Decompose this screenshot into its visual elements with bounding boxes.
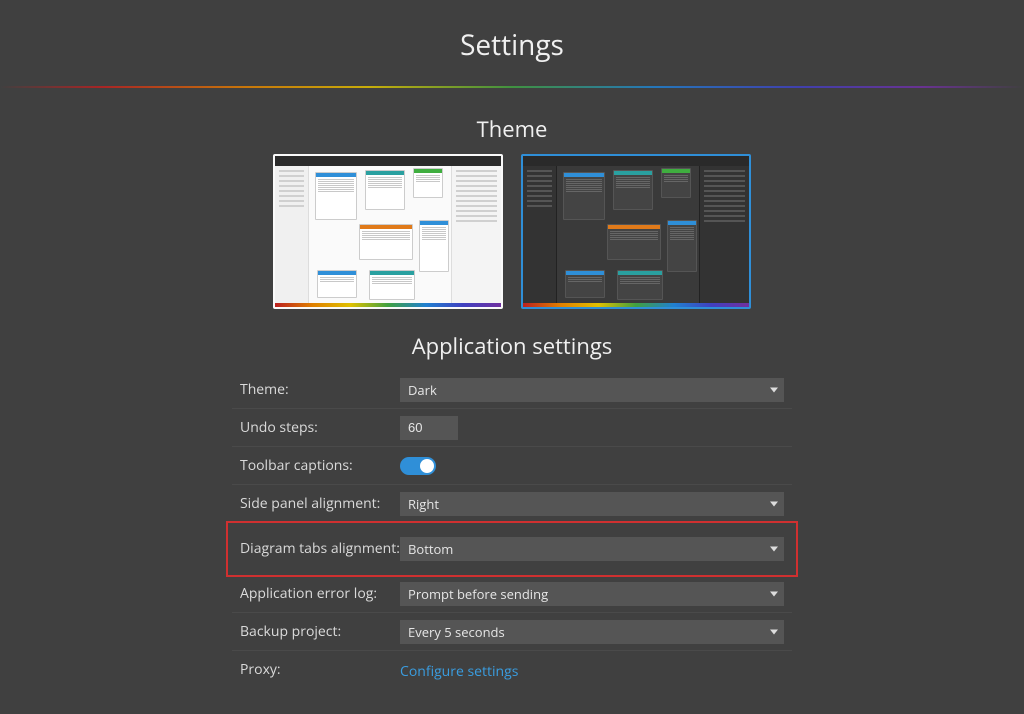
row-application-error-log: Application error log: Prompt before sen… <box>232 575 792 613</box>
page-title: Settings <box>0 0 1024 86</box>
select-diagram-tabs-alignment-value: Bottom <box>408 540 453 558</box>
toggle-toolbar-captions[interactable] <box>400 457 436 475</box>
select-side-panel-alignment-value: Right <box>408 495 439 513</box>
label-undo-steps: Undo steps: <box>240 419 400 437</box>
theme-heading: Theme <box>232 114 792 144</box>
row-undo-steps: Undo steps: <box>232 409 792 447</box>
label-side-panel-alignment: Side panel alignment: <box>240 495 400 513</box>
row-toolbar-captions: Toolbar captions: <box>232 447 792 485</box>
theme-option-light[interactable] <box>273 154 503 309</box>
input-undo-steps[interactable] <box>400 416 458 440</box>
theme-preview-row <box>232 154 792 309</box>
row-diagram-tabs-alignment: Diagram tabs alignment: Bottom <box>232 523 792 575</box>
link-proxy-configure[interactable]: Configure settings <box>400 662 518 681</box>
toggle-knob <box>420 459 434 473</box>
app-settings-heading: Application settings <box>232 331 792 361</box>
row-theme: Theme: Dark <box>232 371 792 409</box>
select-backup-project-value: Every 5 seconds <box>408 623 505 641</box>
label-backup-project: Backup project: <box>240 623 400 641</box>
select-theme[interactable]: Dark <box>400 378 784 402</box>
select-diagram-tabs-alignment[interactable]: Bottom <box>400 537 784 561</box>
label-application-error-log: Application error log: <box>240 585 400 603</box>
select-side-panel-alignment[interactable]: Right <box>400 492 784 516</box>
settings-table: Theme: Dark Undo steps: Toolbar captions… <box>232 371 792 689</box>
select-application-error-log-value: Prompt before sending <box>408 585 548 603</box>
row-side-panel-alignment: Side panel alignment: Right <box>232 485 792 523</box>
select-application-error-log[interactable]: Prompt before sending <box>400 582 784 606</box>
label-proxy: Proxy: <box>240 661 400 679</box>
label-theme: Theme: <box>240 381 400 399</box>
settings-content: Theme <box>232 88 792 689</box>
row-diagram-tabs-alignment-highlight: Diagram tabs alignment: Bottom <box>232 523 792 575</box>
rainbow-divider <box>0 86 1024 88</box>
select-theme-value: Dark <box>408 381 437 399</box>
label-toolbar-captions: Toolbar captions: <box>240 457 400 475</box>
row-backup-project: Backup project: Every 5 seconds <box>232 613 792 651</box>
theme-option-dark[interactable] <box>521 154 751 309</box>
label-diagram-tabs-alignment: Diagram tabs alignment: <box>240 540 400 558</box>
row-proxy: Proxy: Configure settings <box>232 651 792 689</box>
select-backup-project[interactable]: Every 5 seconds <box>400 620 784 644</box>
